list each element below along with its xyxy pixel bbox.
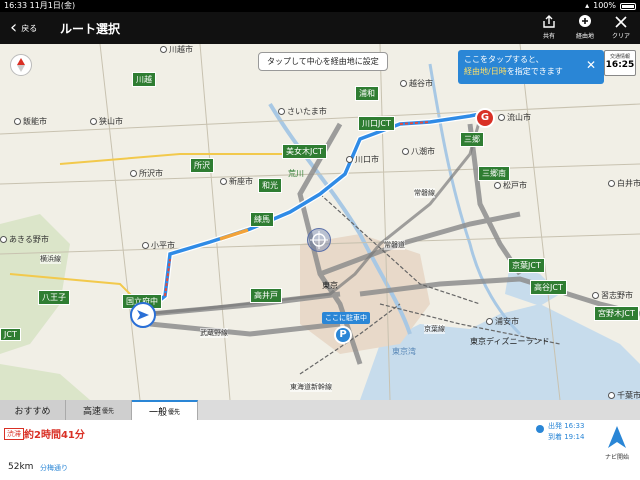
jct-label: 高谷JCT [530,280,567,295]
goal-pin[interactable]: G [475,108,495,128]
city-label: 川口市 [346,154,379,165]
route-duration: 約2時間41分 [24,430,85,441]
city-label: 松戸市 [494,180,527,191]
rail-label: 常磐線 [414,188,435,198]
parking-pin[interactable]: P [334,326,352,344]
chevron-left-icon: ‹ [10,17,18,38]
center-waypoint-tip[interactable]: タップして中心を経由地に設定 [258,52,388,71]
route-summary-panel[interactable]: 渋滞 約2時間41分 52km 分梅通り 出発 16:33 到着 19:14 ナ… [0,420,640,480]
tab-local-road[interactable]: 一般 優先 [132,400,198,420]
city-label: あきる野市 [0,234,49,245]
city-label: 白井市 [608,178,640,189]
back-label: 戻る [21,23,38,33]
waypoint-icon [579,15,591,27]
jct-label: 高井戸 [250,288,282,303]
jct-label: 八王子 [38,290,70,305]
jct-label: 三郷南 [478,166,510,181]
crosshair-icon [310,231,328,249]
river-label: 荒川 [288,169,304,178]
jct-label: 美女木JCT [282,144,327,159]
status-time: 16:33 [4,1,28,10]
jct-label: 京葉JCT [508,258,545,273]
clear-button[interactable]: クリア [608,14,634,40]
bay-label: 東京湾 [392,347,416,356]
share-icon [543,15,555,28]
city-label: 川越市 [160,44,193,55]
place-label: 東京ディズニーランド [470,337,550,346]
jct-label: 宮野木JCT [594,306,639,321]
jct-label: JCT [0,328,21,341]
route-road-name: 分梅通り [40,464,68,472]
parking-callout: ここに駐車中 [322,312,370,324]
jct-label: 川越 [132,72,156,87]
city-label: 八潮市 [402,146,435,157]
rail-label: 横浜線 [40,254,61,264]
city-label: 習志野市 [592,290,633,301]
city-label: 新座市 [220,176,253,187]
route-times: 出発 16:33 到着 19:14 [548,421,584,443]
back-button[interactable]: ‹ 戻る [10,18,37,38]
map-view[interactable]: タップして中心を経由地に設定 ここをタップすると、 経由地/日時を指定できます … [0,44,640,400]
traffic-info-box[interactable]: 交通情報 16:25 [604,50,636,76]
city-label: 飯能市 [14,116,47,127]
city-label: 流山市 [498,112,531,123]
battery-icon [620,2,636,10]
start-pin[interactable] [130,302,156,328]
rail-label: 東海道新幹線 [290,382,332,392]
jct-label: 三郷 [460,132,484,147]
depart-time: 出発 16:33 [548,422,585,430]
city-label: さいたま市 [278,106,327,117]
close-icon [615,16,627,28]
city-label: 浦安市 [486,316,519,327]
arrive-time: 到着 19:14 [548,433,585,441]
start-navigation-button[interactable]: ナビ開始 [600,424,634,476]
nav-bar: ‹ 戻る ルート選択 共有 経由地 クリア [0,12,640,44]
navigation-start-icon [608,426,626,448]
waypoint-info-banner[interactable]: ここをタップすると、 経由地/日時を指定できます [458,50,604,84]
waypoint-button[interactable]: 経由地 [572,14,598,40]
rail-label: 武蔵野線 [200,328,228,338]
city-label: 所沢市 [130,168,163,179]
city-label: 狭山市 [90,116,123,127]
rail-label: 京葉線 [424,324,445,334]
tab-recommended[interactable]: おすすめ [0,400,66,420]
compass-button[interactable] [10,54,32,76]
city-label: 小平市 [142,240,175,251]
status-bar: 16:33 11月1日(金) ▴ 100% [0,0,640,12]
route-tabs: おすすめ 高速 優先 一般 優先 [0,400,640,420]
route-distance: 52km [8,462,34,472]
battery-percent: 100% [593,1,616,10]
compass-icon [17,58,25,72]
city-label: 越谷市 [400,78,433,89]
status-date: 11月1日(金) [29,1,76,10]
map-center-crosshair[interactable] [307,228,331,252]
place-label: 東京 [322,281,338,290]
page-title: ルート選択 [60,22,121,36]
clock-icon [536,425,544,433]
jct-label: 練馬 [250,212,274,227]
wifi-icon: ▴ [585,1,590,10]
jct-label: 所沢 [190,158,214,173]
jct-label: 浦和 [355,86,379,101]
city-label: 千葉市 [608,390,640,400]
jct-label: 川口JCT [358,116,395,131]
jct-label: 和光 [258,178,282,193]
traffic-badge: 渋滞 [4,428,24,440]
share-button[interactable]: 共有 [536,14,562,40]
banner-close-button[interactable]: ✕ [586,58,596,72]
rail-label: 常磐道 [384,240,405,250]
navigation-arrow-icon [137,310,149,320]
tab-highway[interactable]: 高速 優先 [66,400,132,420]
